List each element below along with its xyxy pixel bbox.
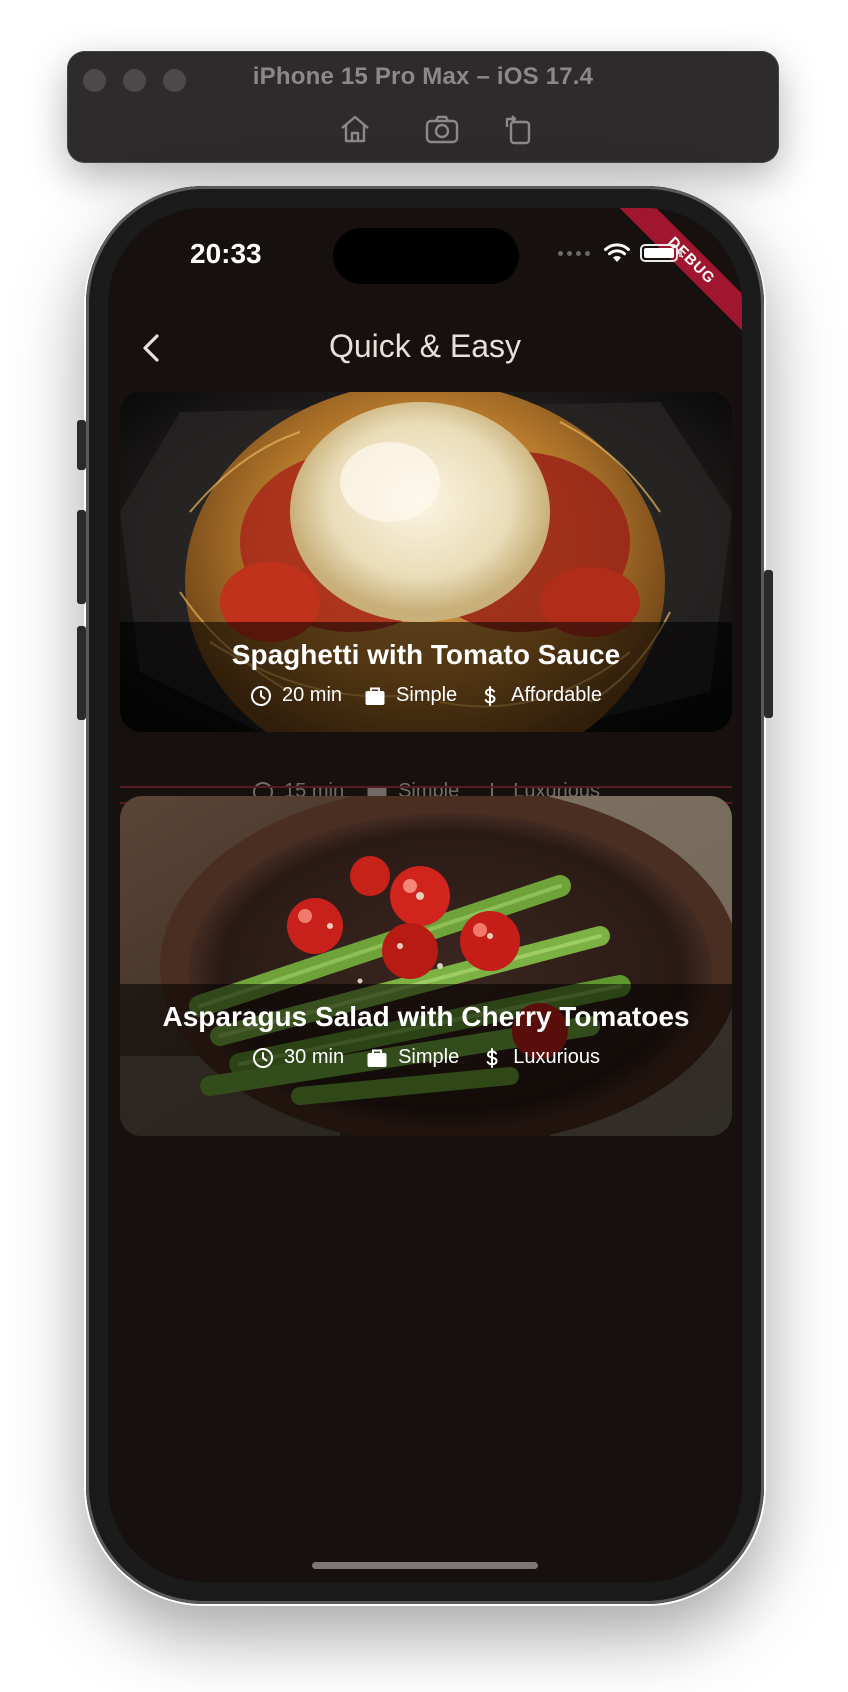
meal-title: Spaghetti with Tomato Sauce	[231, 639, 621, 670]
meal-duration-label: 20 min	[282, 684, 343, 706]
dollar-icon	[486, 1047, 498, 1068]
clock-icon	[251, 685, 271, 706]
meal-duration-label: 30 min	[284, 1046, 345, 1068]
simulator-toolbar: iPhone 15 Pro Max – iOS 17.4	[67, 51, 779, 163]
meal-card[interactable]: Spaghetti with Tomato Sauce 20 min Simpl…	[120, 392, 732, 732]
meal-card-overlay: Asparagus Salad with Cherry Tomatoes 30 …	[120, 984, 732, 1136]
meal-affordability: Luxurious	[481, 1046, 600, 1069]
meal-complexity-label: Simple	[398, 1046, 460, 1068]
divider	[120, 786, 732, 788]
volume-down-button	[77, 626, 86, 720]
meal-duration: 20 min	[250, 684, 342, 707]
status-time: 20:33	[190, 238, 262, 269]
meal-affordability: Affordable	[479, 684, 602, 707]
dollar-icon	[484, 685, 496, 706]
cellular-icon	[558, 250, 590, 256]
briefcase-icon	[365, 687, 385, 705]
meal-duration: 30 min	[252, 1046, 344, 1069]
meal-complexity: Simple	[364, 684, 457, 707]
meal-complexity-label: Simple	[396, 684, 458, 706]
simulator-title: iPhone 15 Pro Max – iOS 17.4	[252, 63, 594, 90]
meal-card[interactable]: Asparagus Salad with Cherry Tomatoes 30 …	[120, 796, 732, 1136]
meal-complexity: Simple	[366, 1046, 459, 1069]
battery-icon	[640, 244, 682, 262]
meal-meta: 30 min Simple Luxurious	[120, 1046, 732, 1069]
meal-card-overlay: Spaghetti with Tomato Sauce 20 min Simpl…	[120, 622, 732, 732]
meal-affordability-label: Affordable	[511, 684, 602, 706]
meal-title: Asparagus Salad with Cherry Tomatoes	[162, 1001, 690, 1032]
meal-meta: 20 min Simple Affordable	[120, 684, 732, 707]
page-title: Quick & Easy	[328, 328, 522, 364]
home-icon[interactable]	[337, 111, 373, 147]
screenshot-icon[interactable]	[424, 111, 460, 147]
power-button	[764, 570, 773, 718]
action-button	[77, 420, 86, 470]
app-bar: Quick & Easy	[108, 308, 742, 388]
home-indicator[interactable]	[312, 1562, 538, 1569]
briefcase-icon	[367, 1049, 387, 1067]
clock-icon	[253, 1047, 274, 1068]
status-icons	[558, 242, 682, 264]
wifi-icon	[604, 243, 630, 262]
phone-screen: DEBUG 20:33 Quick & Easy Spaghetti with …	[108, 208, 742, 1582]
meal-affordability-label: Luxurious	[513, 1046, 600, 1068]
dynamic-island	[333, 228, 519, 284]
rotate-icon[interactable]	[501, 111, 537, 147]
volume-up-button	[77, 510, 86, 604]
